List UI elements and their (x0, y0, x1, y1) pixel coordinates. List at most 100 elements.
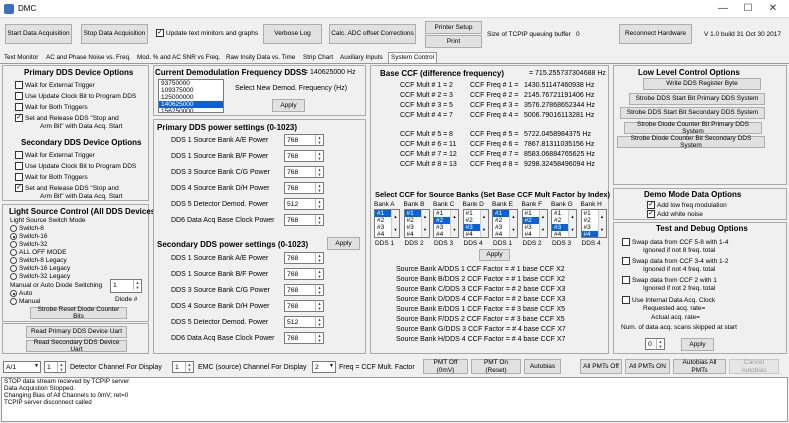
scrollbar[interactable]: ▲ ▼ (538, 210, 547, 237)
swap-2-checkbox[interactable] (622, 276, 630, 284)
bank-listbox[interactable]: #1 #2 #3 #4 ▲ ▼ (551, 209, 577, 238)
spin-arrows-icon[interactable]: ▲ ▼ (315, 215, 323, 225)
test-apply-button[interactable]: Apply (681, 338, 714, 351)
spin-arrows-icon[interactable]: ▲ ▼ (315, 285, 323, 295)
power-spinner[interactable]: 768 ▲ ▼ (284, 166, 324, 178)
chevron-down-icon[interactable]: ▼ (34, 363, 39, 369)
list-item[interactable]: #3 (523, 224, 539, 231)
pmt-on-button[interactable]: PMT On (Reset) (471, 359, 521, 374)
demod-apply-button[interactable]: Apply (272, 99, 305, 112)
list-item[interactable]: #3 (582, 224, 598, 231)
pmt-off-button[interactable]: PMT Off (0mV) (423, 359, 468, 374)
list-item[interactable]: #2 (522, 217, 539, 224)
radio-switch-16[interactable] (10, 233, 17, 240)
list-item[interactable]: #1 (493, 210, 509, 217)
list-item[interactable]: 109375000 (159, 87, 223, 94)
swap-5-8-checkbox[interactable] (622, 238, 630, 246)
stop-acquisition-button[interactable]: Stop Data Acquisition (81, 24, 148, 44)
list-item[interactable]: #3 (493, 224, 509, 231)
list-item[interactable]: #1 (464, 210, 480, 217)
primary-stop-arm-checkbox[interactable]: ✓ (15, 114, 23, 122)
scrollbar[interactable]: ▲ ▼ (479, 210, 488, 237)
list-item[interactable]: #3 (463, 224, 480, 231)
bank-listbox[interactable]: #1 #2 #3 #4 ▲ ▼ (433, 209, 459, 238)
demod-list[interactable]: 93750000 109375000 125000000 140625000 1… (158, 79, 224, 113)
list-item[interactable]: #4 (552, 231, 568, 237)
secondary-update-clock-checkbox[interactable] (15, 162, 23, 170)
primary-update-clock-checkbox[interactable] (15, 92, 23, 100)
power-spinner[interactable]: 768 ▲ ▼ (284, 300, 324, 312)
spin-arrows-icon[interactable]: ▲ ▼ (315, 253, 323, 263)
power-spinner[interactable]: 768 ▲ ▼ (284, 268, 324, 280)
radio-switch-16-legacy[interactable] (10, 265, 17, 272)
list-item[interactable]: #1 (375, 210, 391, 217)
radio-all-off[interactable] (10, 249, 17, 256)
num-scans-spinner[interactable]: 0 ▲ ▼ (645, 338, 665, 350)
scrollbar[interactable]: ▲ ▼ (597, 210, 606, 237)
list-item[interactable]: #4 (493, 231, 509, 237)
primary-wait-external-checkbox[interactable] (15, 81, 23, 89)
list-item[interactable]: #4 (405, 231, 421, 237)
list-item[interactable]: #3 (375, 224, 391, 231)
list-item[interactable]: #1 (582, 210, 598, 217)
list-item[interactable]: #3 (405, 224, 421, 231)
list-item[interactable]: #3 (552, 224, 568, 231)
power-spinner[interactable]: 768 ▲ ▼ (284, 284, 324, 296)
log-area[interactable]: STOP data stream recieved by TCPIP serve… (1, 377, 788, 422)
list-item[interactable]: #2 (405, 217, 421, 224)
scrollbar[interactable]: ▲ ▼ (568, 210, 576, 237)
minimize-icon[interactable]: — (712, 2, 734, 16)
tab-mod-ac-snr[interactable]: Mod. % and AC SNR vs Freq. (135, 53, 222, 63)
channel-combo[interactable]: A/1 ▼ (3, 361, 41, 373)
tab-auxiliary-inputs[interactable]: Auxiliary Inputs (338, 53, 385, 63)
primary-wait-both-checkbox[interactable] (15, 103, 23, 111)
list-item[interactable]: #1 (552, 210, 568, 217)
spin-arrows-icon[interactable]: ▲ ▼ (315, 269, 323, 279)
radio-switch-32[interactable] (10, 241, 17, 248)
list-item[interactable]: #2 (552, 217, 568, 224)
start-acquisition-button[interactable]: Start Data Acquisition (5, 24, 72, 44)
strobe-diode-secondary-button[interactable]: Strobe Diode Counter Bit Secondary DDS S… (617, 135, 765, 149)
white-noise-checkbox[interactable]: ✓ (647, 210, 655, 218)
spin-arrows-icon[interactable]: ▲ ▼ (315, 183, 323, 193)
autobias-all-button[interactable]: Autobias All PMTs (673, 359, 726, 374)
list-item[interactable]: #1 (404, 210, 421, 217)
power-spinner[interactable]: 768 ▲ ▼ (284, 214, 324, 226)
radio-auto[interactable] (10, 290, 17, 297)
spin-arrows-icon[interactable]: ▲ ▼ (656, 339, 664, 349)
list-item[interactable]: 93750000 (159, 80, 223, 87)
power-spinner[interactable]: 512 ▲ ▼ (284, 198, 324, 210)
list-item[interactable]: #4 (523, 231, 539, 237)
bank-listbox[interactable]: #1 #2 #3 #4 ▲ ▼ (403, 209, 430, 238)
list-item[interactable]: #2 (434, 217, 450, 224)
close-icon[interactable]: ✕ (762, 2, 784, 16)
list-item[interactable]: 140625000 (159, 101, 223, 108)
spin-arrows-icon[interactable]: ▲ ▼ (315, 317, 323, 327)
bank-listbox[interactable]: #1 #2 #3 #4 ▲ ▼ (462, 209, 489, 238)
list-item[interactable]: #4 (464, 231, 480, 237)
spin-arrows-icon[interactable]: ▲ ▼ (315, 167, 323, 177)
list-item[interactable]: #2 (582, 217, 598, 224)
spin-arrows-icon[interactable]: ▲ ▼ (315, 151, 323, 161)
scrollbar[interactable]: ▲ ▼ (509, 210, 517, 237)
secondary-wait-external-checkbox[interactable] (15, 151, 23, 159)
emc-spinner[interactable]: 1 ▲ ▼ (172, 361, 194, 373)
all-pmts-on-button[interactable]: All PMTs ON (625, 359, 670, 374)
radio-switch-8-legacy[interactable] (10, 257, 17, 264)
power-spinner[interactable]: 768 ▲ ▼ (284, 134, 324, 146)
power-spinner[interactable]: 768 ▲ ▼ (284, 182, 324, 194)
autobias-button[interactable]: Autobias (524, 359, 561, 374)
power-spinner[interactable]: 768 ▲ ▼ (284, 252, 324, 264)
list-item[interactable]: 125000000 (159, 94, 223, 101)
bank-listbox[interactable]: #1 #2 #3 #4 ▲ ▼ (521, 209, 548, 238)
list-item[interactable]: #1 (523, 210, 539, 217)
spin-arrows-icon[interactable]: ▲ ▼ (315, 301, 323, 311)
power-spinner[interactable]: 768 ▲ ▼ (284, 150, 324, 162)
spin-arrows-icon[interactable]: ▲ ▼ (315, 199, 323, 209)
swap-3-4-checkbox[interactable] (622, 257, 630, 265)
strobe-start-primary-button[interactable]: Strobe DDS Start Bit Primary DDS System (629, 93, 765, 105)
banks-apply-button[interactable]: Apply (479, 249, 510, 261)
calc-adc-button[interactable]: Calc. ADC offset Corrections (329, 24, 416, 44)
list-item[interactable]: #1 (434, 210, 450, 217)
list-item[interactable]: #2 (375, 217, 391, 224)
